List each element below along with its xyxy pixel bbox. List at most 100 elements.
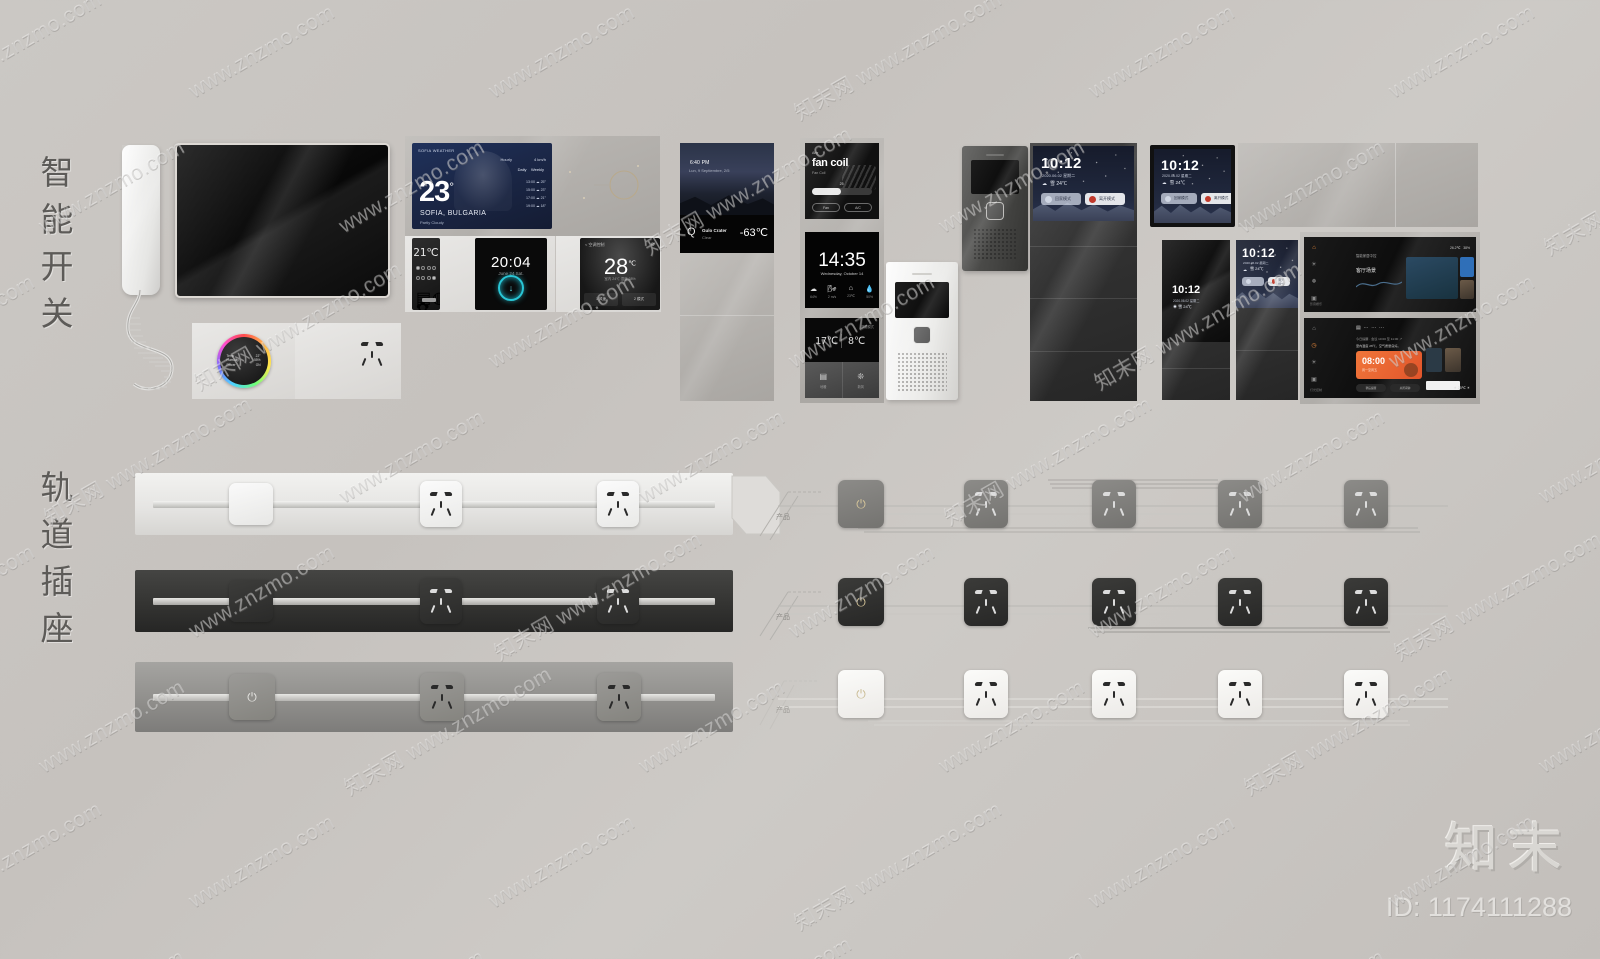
white-exploded-socket-3[interactable] bbox=[1218, 670, 1262, 718]
side-card-b[interactable] bbox=[1445, 348, 1461, 372]
scene-chip-home[interactable]: 回家模式 bbox=[1161, 193, 1197, 204]
black-track-switch-module[interactable] bbox=[229, 580, 273, 622]
dashboard-rail[interactable]: ⌂ ◷ ☀ ▣ bbox=[1308, 326, 1320, 390]
white-exploded-socket-1[interactable] bbox=[964, 670, 1008, 718]
black-track-socket-module-2[interactable] bbox=[597, 578, 639, 624]
power-ring-icon[interactable] bbox=[498, 275, 524, 301]
weather-wide-screen[interactable]: SOFIA WEATHER Daily Weekly Hourly 4 km/h… bbox=[412, 143, 552, 229]
dash-card-label: 灯光控制 bbox=[1310, 388, 1323, 392]
weather-tabs[interactable]: Daily Weekly bbox=[518, 167, 544, 172]
grey-exploded-socket-2[interactable] bbox=[1092, 480, 1136, 528]
clock-tile-panel[interactable]: 20:04 June 24 Sat. bbox=[475, 238, 547, 310]
gear-icon[interactable]: ⚙ bbox=[651, 242, 655, 248]
grey-exploded-power-module[interactable]: ⏻ bbox=[838, 480, 884, 528]
security-icon[interactable]: ▣ bbox=[1311, 376, 1317, 383]
hour-temp: 21° bbox=[540, 195, 546, 200]
alarm-icon[interactable]: ◷ bbox=[1311, 342, 1316, 349]
dashboard-media-screen[interactable]: ⌂ ☀ ❅ ▣ 智能家居中控 客厅场景 26.2℃ 38% 影音娱乐 bbox=[1304, 237, 1476, 312]
scene-chip-away[interactable]: 离开模式 bbox=[1085, 193, 1125, 205]
vertical-weather-screen[interactable]: 6:40 PM Lun, 9 Septiembre, 2/5 Q Gulo Cra… bbox=[680, 143, 774, 253]
scene-chip-away[interactable]: 离开模式 bbox=[1201, 193, 1231, 204]
white-track-socket-module-1[interactable] bbox=[420, 481, 462, 527]
search-icon[interactable]: Q bbox=[687, 226, 696, 238]
white-exploded-power-module[interactable]: ⏻ bbox=[838, 670, 884, 718]
white-track[interactable] bbox=[135, 473, 733, 535]
thermostat-dial-plate[interactable]: Temp 22° Humidity 55% Power ON bbox=[192, 323, 295, 399]
white-exploded-socket-4[interactable] bbox=[1344, 670, 1388, 718]
thermostat-tile-panel[interactable]: < 空调控制 ⚙ 28℃ 室内 24℃ 湿度 38% 1 风速 2 模式 bbox=[580, 238, 660, 310]
black-track-socket-module-1[interactable] bbox=[420, 578, 462, 624]
black-exploded-socket-2[interactable] bbox=[1092, 578, 1136, 626]
grey-track-power-module[interactable]: ⏻ bbox=[229, 674, 275, 720]
fan-coil-button-ac[interactable]: A/C bbox=[844, 203, 872, 212]
alarm-button-snooze[interactable]: 稍后提醒 bbox=[1356, 384, 1386, 392]
footer-id: ID: 1174111288 bbox=[1385, 892, 1572, 922]
climate-icon[interactable]: ❅ bbox=[1311, 278, 1316, 285]
dual-cell-floor-heat[interactable]: ▤ 地暖 bbox=[805, 362, 842, 398]
dashboard-alarm-screen[interactable]: ⌂ ◷ ☀ ▣ ▤ ··· ··· ··· 今日提醒 · 会议 10:00 至 … bbox=[1304, 318, 1476, 398]
cn-socket-icon bbox=[1101, 680, 1127, 708]
grey-exploded-socket-4[interactable] bbox=[1344, 480, 1388, 528]
black-exploded-power-module[interactable]: ⏻ bbox=[838, 578, 884, 626]
call-button[interactable] bbox=[986, 202, 1004, 220]
security-icon[interactable]: ▣ bbox=[1311, 295, 1317, 302]
grey-exploded-socket-1[interactable] bbox=[964, 480, 1008, 528]
light-icon[interactable]: ☀ bbox=[1311, 261, 1316, 268]
black-exploded-socket-3[interactable] bbox=[1218, 578, 1262, 626]
wall-panel-unit-b[interactable]: 10:12 2020.06.02 星期二 ☁ 雪 24℃ 回家模式 离开模式 bbox=[1150, 145, 1235, 227]
light-icon[interactable]: ☀ bbox=[1311, 359, 1316, 366]
video-door-phone-monitor[interactable] bbox=[175, 143, 390, 298]
fan-coil-button-fan[interactable]: Fan bbox=[812, 203, 840, 212]
wall-socket-plate[interactable] bbox=[295, 323, 401, 399]
fan-coil-screen[interactable]: Aire fan coil Fan Coil 25 Fan A/C bbox=[805, 143, 879, 219]
scene-chip-home[interactable]: 回家模式 bbox=[1041, 193, 1081, 205]
night-weather-screen-a[interactable]: 10:12 2020.06.02 星期二 ☁ 雪 24℃ 回家模式 离开模式 bbox=[1033, 146, 1134, 221]
fan-coil-slider[interactable]: 25 bbox=[812, 182, 872, 195]
alarm-button-stop[interactable]: 关闭闹钟 bbox=[1390, 384, 1420, 392]
white-exploded-socket-2[interactable] bbox=[1092, 670, 1136, 718]
home-icon: ⌂ bbox=[848, 285, 853, 292]
call-button[interactable] bbox=[913, 326, 931, 344]
thermostat-button-mode[interactable]: 2 模式 bbox=[622, 293, 656, 306]
dashboard-rail[interactable]: ⌂ ☀ ❅ ▣ bbox=[1308, 245, 1320, 304]
wall-panel-unit-d[interactable]: 10:12 2020.06.02 星期二 ☁ 雪 24℃ 离开模式 bbox=[1236, 240, 1298, 400]
home-icon[interactable]: ⌂ bbox=[1312, 245, 1316, 251]
scene-chip-away[interactable]: 离开模式 bbox=[1268, 277, 1290, 286]
watermark-text: www.znzmo.com bbox=[335, 946, 489, 959]
black-exploded-socket-4[interactable] bbox=[1344, 578, 1388, 626]
night-weather-screen-b[interactable]: 10:12 2020.06.02 星期二 ☁ 雪 24℃ 回家模式 离开模式 bbox=[1154, 149, 1231, 223]
room-card[interactable] bbox=[1460, 280, 1474, 299]
dual-cell-fresh-air[interactable]: ❊ 新风 bbox=[841, 362, 880, 398]
info-card-blue[interactable] bbox=[1460, 257, 1474, 277]
media-card-preview[interactable] bbox=[1406, 257, 1458, 299]
white-door-station[interactable] bbox=[886, 262, 958, 400]
dial-row-value: ON bbox=[255, 362, 261, 367]
alarm-card[interactable]: 08:00 周一至周五 bbox=[1356, 351, 1422, 379]
night-weather-screen-d[interactable]: 10:12 2020.06.02 星期二 ☁ 雪 24℃ 离开模式 bbox=[1236, 240, 1298, 308]
grey-exploded-socket-3[interactable] bbox=[1218, 480, 1262, 528]
grey-track[interactable]: ⏻ bbox=[135, 662, 733, 732]
black-track[interactable] bbox=[135, 570, 733, 632]
white-track-switch-module[interactable] bbox=[229, 483, 273, 525]
temperature-strip-panel[interactable]: 21℃ ▤◍ ✿ bbox=[412, 238, 440, 310]
cn-socket-icon bbox=[1101, 588, 1127, 616]
thermostat-button-fan[interactable]: 1 风速 bbox=[584, 293, 618, 306]
wall-panel-unit-c[interactable]: 10:12 2020.06.02 星期二 ☀ 雪 24℃ bbox=[1162, 240, 1230, 400]
clock-1435-screen[interactable]: 14:35 Wednesday, October 14 ☁ 64% 🌬 2 m/s … bbox=[805, 232, 879, 308]
thermostat-dial-ring[interactable]: Temp 22° Humidity 55% Power ON bbox=[216, 334, 271, 388]
grey-track-socket-module-1[interactable] bbox=[420, 673, 464, 721]
scene-chip-home[interactable] bbox=[1242, 277, 1264, 286]
side-card-a[interactable] bbox=[1426, 348, 1442, 372]
dual-temperature-panel[interactable]: 节能模式 17℃ 8℃ ▤ 地暖 ❊ 新风 bbox=[805, 318, 879, 398]
white-track-socket-module-2[interactable] bbox=[597, 481, 639, 527]
intercom-handset[interactable] bbox=[122, 145, 160, 295]
grey-track-socket-module-2[interactable] bbox=[597, 673, 641, 721]
dash-title: 客厅场景 bbox=[1356, 268, 1377, 274]
home-icon[interactable]: ⌂ bbox=[1312, 326, 1316, 332]
tab-weekly[interactable]: Weekly bbox=[531, 167, 544, 172]
dark-door-station[interactable] bbox=[962, 146, 1028, 271]
black-exploded-socket-1[interactable] bbox=[964, 578, 1008, 626]
tab-daily[interactable]: Daily bbox=[518, 167, 527, 172]
power-icon: ⏻ bbox=[856, 497, 866, 511]
thermostat-header[interactable]: < 空调控制 bbox=[585, 242, 604, 248]
